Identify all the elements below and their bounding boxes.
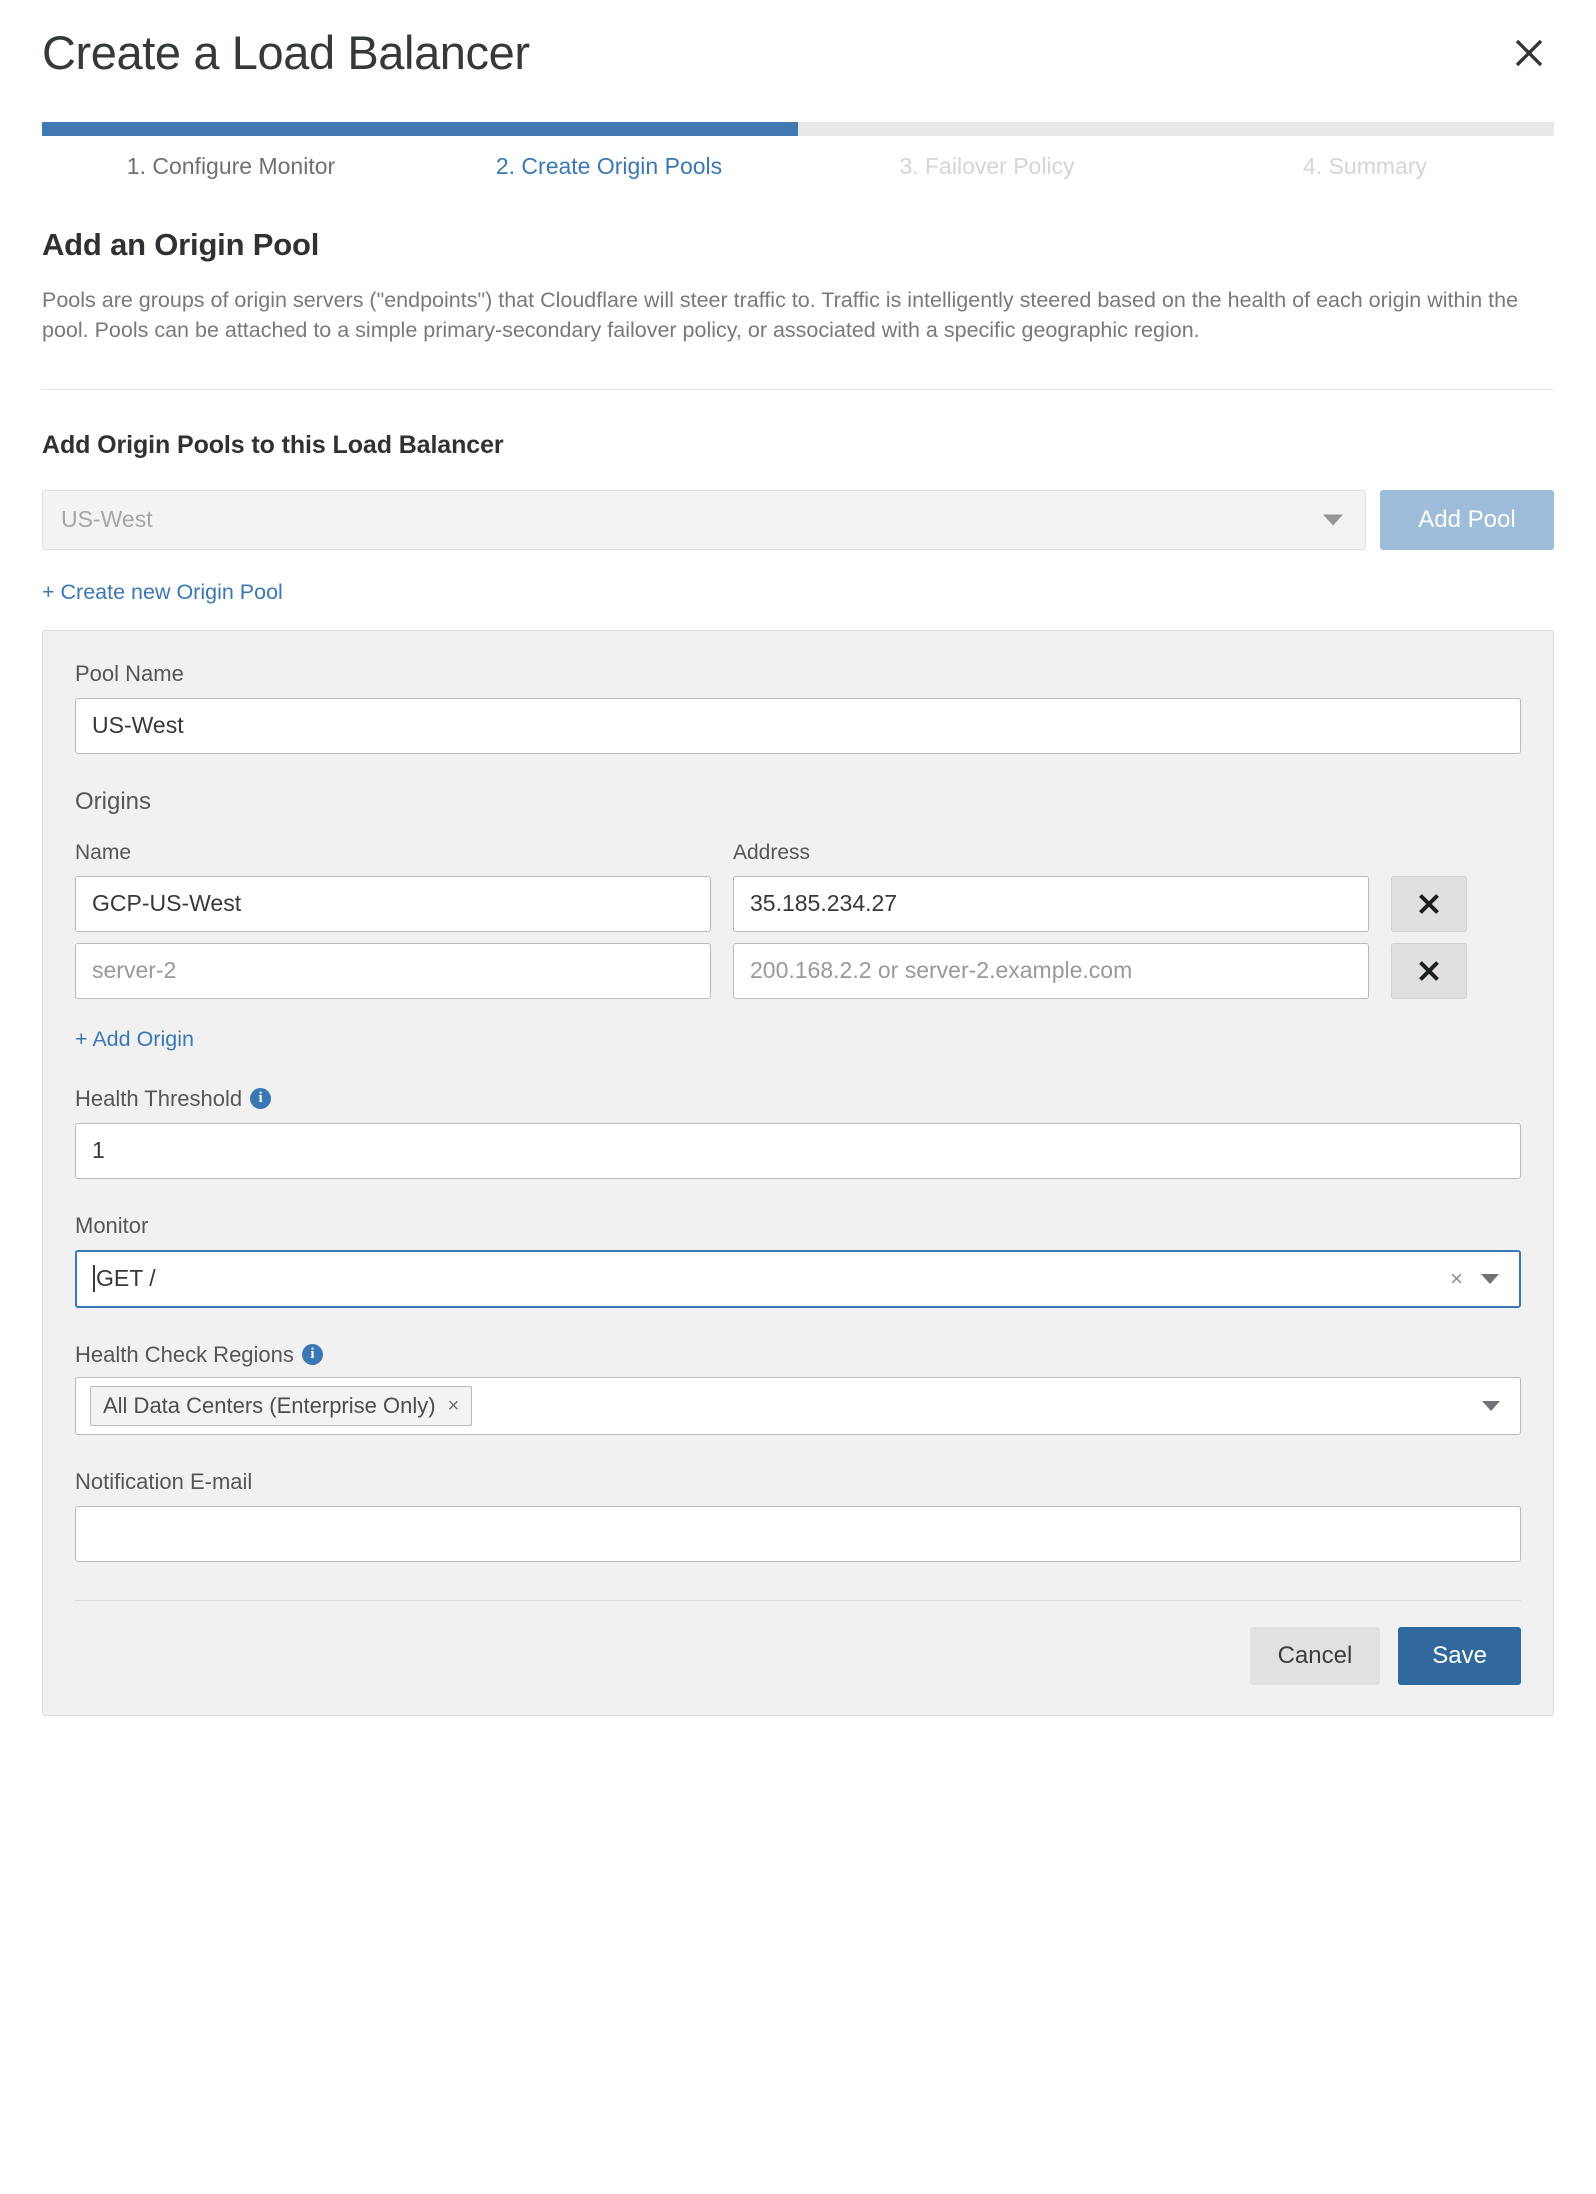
origin-address-input-1[interactable] (733, 875, 1369, 932)
health-check-regions-field: Health Check Regions i All Data Centers … (75, 1342, 1521, 1435)
info-icon[interactable]: i (301, 1344, 323, 1366)
section-divider (42, 388, 1554, 390)
notification-email-label: Notification E-mail (75, 1468, 253, 1494)
origin-pool-select[interactable]: US-West (42, 489, 1366, 550)
region-tag-label: All Data Centers (Enterprise Only) (103, 1392, 436, 1418)
monitor-select[interactable]: GET / × (75, 1249, 1521, 1308)
monitor-field: Monitor GET / × (75, 1213, 1521, 1308)
health-check-regions-label: Health Check Regions i (75, 1342, 1521, 1368)
health-threshold-input[interactable] (75, 1122, 1521, 1179)
close-icon (1419, 893, 1439, 914)
pool-name-label: Pool Name (75, 660, 184, 686)
origin-row (75, 942, 1521, 999)
remove-tag-icon[interactable]: × (448, 1396, 460, 1416)
create-load-balancer-modal: Create a Load Balancer 1. Configure Moni… (0, 0, 1596, 2194)
card-actions: Cancel Save (75, 1601, 1521, 1715)
wizard-stepper: 1. Configure Monitor 2. Create Origin Po… (42, 122, 1554, 181)
progress-bar-track (42, 122, 1554, 136)
clear-icon[interactable]: × (1450, 1267, 1463, 1290)
close-icon[interactable] (1506, 30, 1552, 76)
health-threshold-field: Health Threshold i (75, 1086, 1521, 1179)
remove-origin-button-2[interactable] (1391, 942, 1467, 999)
origins-column-address: Address (733, 840, 811, 864)
create-new-origin-pool-link[interactable]: + Create new Origin Pool (42, 580, 283, 605)
progress-bar-fill (42, 122, 798, 136)
origin-name-input-2[interactable] (75, 942, 711, 999)
origins-label: Origins (75, 787, 152, 815)
region-tag: All Data Centers (Enterprise Only) × (90, 1385, 473, 1426)
step-4-summary[interactable]: 4. Summary (1176, 153, 1554, 181)
step-label-row: 1. Configure Monitor 2. Create Origin Po… (42, 153, 1554, 181)
add-origin-pools-heading: Add Origin Pools to this Load Balancer (42, 430, 504, 459)
health-check-regions-label-text: Health Check Regions (75, 1341, 294, 1367)
info-icon[interactable]: i (250, 1088, 272, 1110)
cancel-button[interactable]: Cancel (1249, 1626, 1381, 1685)
step-1-configure-monitor[interactable]: 1. Configure Monitor (42, 153, 420, 181)
chevron-down-icon[interactable] (1481, 1273, 1499, 1284)
modal-header: Create a Load Balancer (42, 0, 1554, 118)
notification-email-input[interactable] (75, 1505, 1521, 1562)
notification-email-field: Notification E-mail (75, 1469, 1521, 1562)
health-check-regions-select[interactable]: All Data Centers (Enterprise Only) × (75, 1376, 1521, 1435)
chevron-down-icon (1323, 514, 1343, 526)
text-cursor (93, 1265, 95, 1293)
health-threshold-label-text: Health Threshold (75, 1085, 243, 1111)
origin-address-input-2[interactable] (733, 942, 1369, 999)
monitor-selected-value: GET / (96, 1265, 156, 1292)
origins-column-headers: Name Address (75, 841, 1521, 865)
origins-column-name: Name (75, 840, 132, 864)
step-3-failover-policy[interactable]: 3. Failover Policy (798, 153, 1176, 181)
origin-pool-select-placeholder: US-West (61, 506, 153, 533)
section-heading: Add an Origin Pool (42, 226, 320, 262)
monitor-label: Monitor (75, 1212, 149, 1238)
origin-name-input-1[interactable] (75, 875, 711, 932)
step-2-create-origin-pools[interactable]: 2. Create Origin Pools (420, 153, 798, 181)
page-title: Create a Load Balancer (42, 26, 530, 79)
add-pool-button[interactable]: Add Pool (1380, 489, 1554, 550)
health-threshold-label: Health Threshold i (75, 1086, 1521, 1112)
origin-pool-card: Pool Name Origins Name Address (42, 629, 1554, 1716)
pool-name-input[interactable] (75, 697, 1521, 754)
remove-origin-button-1[interactable] (1391, 875, 1467, 932)
pool-select-row: US-West Add Pool (42, 489, 1554, 550)
chevron-down-icon[interactable] (1482, 1400, 1500, 1411)
close-icon (1419, 960, 1439, 981)
add-origin-link[interactable]: + Add Origin (75, 1027, 194, 1052)
save-button[interactable]: Save (1398, 1626, 1521, 1685)
section-description: Pools are groups of origin servers ("end… (42, 287, 1519, 343)
origin-row (75, 875, 1521, 932)
